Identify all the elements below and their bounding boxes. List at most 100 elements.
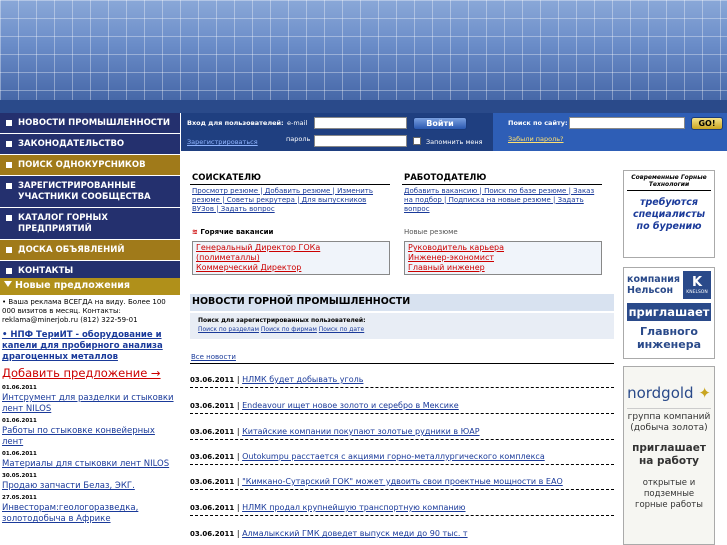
news-search-link[interactable]: Поиск по фирмам	[261, 326, 317, 333]
news-search-label: Поиск для зарегистрированных пользовател…	[198, 317, 366, 324]
list-item: 27.05.2011 Инвесторам:геологоразведка, зо…	[2, 494, 177, 525]
search-label: Поиск по сайту:	[508, 119, 568, 127]
ad-text: открытые и подземные горные работы	[635, 478, 703, 510]
nav-item-law[interactable]: ЗАКОНОДАТЕЛЬСТВО	[0, 134, 180, 155]
offers-heading[interactable]: Новые предложения	[0, 278, 180, 295]
add-offer-link[interactable]: Добавить предложение →	[2, 367, 177, 379]
news-link[interactable]: Outokumpu расстается с акциями горно-мет…	[242, 452, 545, 461]
offer-date: 01.06.2011	[2, 385, 37, 391]
bullet-icon	[6, 215, 12, 221]
bullet-icon	[6, 183, 12, 189]
triangle-down-icon	[4, 281, 12, 287]
hot-vacancies-list: Генеральный Директор ГОКа (полиметаллы) …	[192, 241, 390, 275]
offer-date: 27.05.2011	[2, 495, 37, 501]
list-item: 01.06.2011 Материалы для стыковки лент NI…	[2, 450, 177, 470]
news-row: 03.06.2011 | НЛМК будет добывать уголь	[190, 375, 614, 388]
main-nav: НОВОСТИ ПРОМЫШЛЕННОСТИ ЗАКОНОДАТЕЛЬСТВО …	[0, 113, 180, 282]
nav-item-board[interactable]: ДОСКА ОБЪЯВЛЕНИЙ	[0, 240, 180, 261]
offer-link[interactable]: Материалы для стыковки лент NILOS	[2, 459, 169, 469]
search-go-button[interactable]: GO!	[691, 117, 723, 130]
news-search-link[interactable]: Поиск по дате	[319, 326, 364, 333]
news-link[interactable]: Китайские компании покупают золотые рудн…	[242, 427, 480, 436]
news-link[interactable]: НЛМК продал крупнейшую транспортную комп…	[242, 503, 465, 512]
offer-link[interactable]: Интсрумент для разделки и стыковки лент …	[2, 393, 174, 414]
bullet-icon	[6, 247, 12, 253]
star-icon: ✦	[698, 384, 711, 402]
bullet-icon	[6, 162, 12, 168]
ad-group: группа компаний (добыча золота)	[627, 408, 711, 434]
forgot-password-link[interactable]: Забыли пароль?	[508, 135, 564, 143]
ad-role: Главного инженера	[636, 325, 702, 351]
news-row: 03.06.2011 | Алмалыкский ГМК доведет вып…	[190, 529, 468, 538]
email-label: e-mail	[287, 119, 308, 127]
news-search-panel: Поиск для зарегистрированных пользовател…	[190, 313, 614, 339]
bullet-icon	[6, 268, 12, 274]
flame-icon: ≋	[192, 228, 198, 236]
offer-date: 01.06.2011	[2, 451, 37, 457]
bullet-icon	[6, 120, 12, 126]
news-link[interactable]: "Кимкано-Сутарский ГОК" может удвоить св…	[242, 477, 563, 486]
list-item[interactable]: Главный инженер	[408, 263, 598, 273]
nav-item-news[interactable]: НОВОСТИ ПРОМЫШЛЕННОСТИ	[0, 113, 180, 134]
list-item: 01.06.2011 Работы по стыковке конвейерных…	[2, 417, 177, 448]
remember-checkbox[interactable]	[413, 137, 421, 145]
list-item[interactable]: Руководитель карьера	[408, 243, 598, 253]
news-link[interactable]: Endeavour ищет новое золото и серебро в …	[242, 401, 459, 410]
employer-links[interactable]: Добавить вакансию | Поиск по базе резюме…	[404, 187, 602, 214]
password-label: пароль	[286, 135, 311, 143]
news-row: 03.06.2011 | Outokumpu расстается с акци…	[190, 452, 614, 465]
list-item[interactable]: Генеральный Директор ГОКа (полиметаллы)	[196, 243, 386, 263]
news-heading: НОВОСТИ ГОРНОЙ ПРОМЫШЛЕННОСТИ	[190, 294, 614, 311]
news-search-link[interactable]: Поиск по разделам	[198, 326, 259, 333]
featured-offer[interactable]: • НПФ ТериИТ - оборудование и капели для…	[2, 330, 177, 363]
login-bar: Вход для пользователей: e-mail Войти пар…	[181, 113, 727, 151]
list-item[interactable]: Инженер-экономист	[408, 253, 598, 263]
offer-date: 01.06.2011	[2, 418, 37, 424]
ad-invite: приглашает	[627, 303, 711, 321]
bullet-icon	[6, 141, 12, 147]
nav-item-catalog[interactable]: КАТАЛОГ ГОРНЫХ ПРЕДПРИЯТИЙ	[0, 208, 180, 240]
hot-vacancies-label: ≋ Горячие вакансии	[192, 228, 274, 236]
offer-date: 30.05.2011	[2, 473, 37, 479]
divider	[190, 363, 614, 364]
list-item[interactable]: Коммерческий Директор	[196, 263, 386, 273]
ad-invite: приглашает на работу	[632, 442, 706, 467]
knelson-logo: K KNELSON	[683, 271, 711, 299]
employer-title: РАБОТОДАТЕЛЮ	[404, 173, 487, 183]
seekers-links[interactable]: Просмотр резюме | Добавить резюме | Изме…	[192, 187, 390, 214]
nav-item-classmates[interactable]: ПОИСК ОДНОКУРСНИКОВ	[0, 155, 180, 176]
offer-link[interactable]: Работы по стыковке конвейерных лент	[2, 426, 155, 447]
remember-label: Запомнить меня	[426, 138, 483, 146]
ad-nordgold[interactable]: nordgold ✦ группа компаний (добыча золот…	[623, 366, 715, 545]
email-field[interactable]	[314, 117, 407, 129]
list-item: 01.06.2011 Интсрумент для разделки и стык…	[2, 384, 177, 415]
register-link[interactable]: Зарегистрироваться	[187, 138, 258, 146]
ad-logo: Современные Горные Технологии	[627, 174, 711, 191]
ad-drilling[interactable]: Современные Горные Технологии требуются …	[623, 170, 715, 258]
all-news-link[interactable]: Все новости	[191, 353, 236, 362]
site-search: Поиск по сайту: GO! Забыли пароль?	[493, 113, 727, 151]
ad-logo: nordgold ✦	[627, 384, 711, 402]
offers-panel: • Ваша реклама ВСЕГДА на виду. Более 100…	[2, 298, 177, 525]
search-input[interactable]	[569, 117, 685, 129]
news-link[interactable]: Алмалыкский ГМК доведет выпуск меди до 9…	[242, 529, 468, 538]
offer-link[interactable]: Инвесторам:геологоразведка, золотодобыча…	[2, 503, 138, 524]
new-resumes-list: Руководитель карьера Инженер-экономист Г…	[404, 241, 602, 275]
password-field[interactable]	[314, 135, 407, 147]
divider	[190, 184, 390, 185]
new-resumes-label: Новые резюме	[404, 228, 458, 236]
header-banner	[0, 0, 727, 113]
ad-company: компания Нельсон	[627, 274, 681, 296]
login-button[interactable]: Войти	[413, 117, 467, 130]
news-row: 03.06.2011 | Endeavour ищет новое золото…	[190, 401, 614, 414]
news-link[interactable]: НЛМК будет добывать уголь	[242, 375, 363, 384]
list-item: 30.05.2011 Продаю запчасти Белаз, ЭКГ.	[2, 472, 177, 492]
divider	[402, 184, 602, 185]
news-row: 03.06.2011 | Китайские компании покупают…	[190, 427, 614, 440]
news-row: 03.06.2011 | НЛМК продал крупнейшую тран…	[190, 503, 614, 516]
news-row: 03.06.2011 | "Кимкано-Сутарский ГОК" мож…	[190, 477, 614, 490]
nav-item-members[interactable]: ЗАРЕГИСТРИРОВАННЫЕ УЧАСТНИКИ СООБЩЕСТВА	[0, 176, 180, 208]
ad-knelson[interactable]: компания Нельсон K KNELSON приглашает Гла…	[623, 267, 715, 359]
offer-link[interactable]: Продаю запчасти Белаз, ЭКГ.	[2, 481, 135, 491]
header-bar	[0, 100, 727, 113]
